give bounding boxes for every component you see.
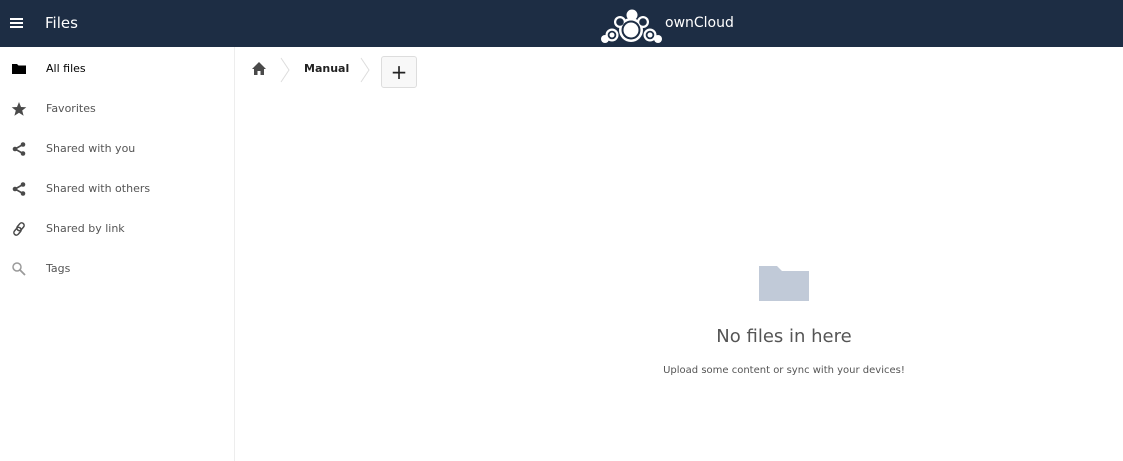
share-icon (12, 142, 26, 156)
breadcrumb-item-manual[interactable]: Manual (304, 47, 349, 91)
app-menu-toggle[interactable]: Files (0, 0, 110, 47)
top-header: Files ownCloud (0, 0, 1123, 47)
search-icon (12, 262, 26, 276)
sidebar-item-label: Shared by link (46, 222, 125, 235)
sidebar-nav: All files Favorites Shared with you Shar… (0, 47, 235, 461)
sidebar-item-favorites[interactable]: Favorites (0, 89, 234, 129)
breadcrumb-separator-icon (280, 57, 290, 83)
app-title[interactable]: Files (45, 0, 78, 47)
home-icon[interactable] (249, 59, 269, 79)
folder-icon (12, 64, 26, 74)
sidebar-item-shared-by-link[interactable]: Shared by link (0, 209, 234, 249)
brand-name: ownCloud (665, 15, 734, 31)
sidebar-item-label: Tags (46, 262, 71, 275)
empty-description: Upload some content or sync with your de… (663, 365, 905, 376)
empty-title: No files in here (716, 326, 852, 347)
star-icon (11, 102, 27, 116)
share-icon (12, 182, 26, 196)
sidebar-item-shared-with-others[interactable]: Shared with others (0, 169, 234, 209)
sidebar-item-label: Favorites (46, 102, 96, 115)
plus-icon: + (390, 60, 408, 84)
sidebar-item-shared-with-you[interactable]: Shared with you (0, 129, 234, 169)
sidebar-item-label: All files (46, 62, 86, 75)
sidebar-item-all-files[interactable]: All files (0, 49, 234, 89)
breadcrumb-separator-icon (360, 57, 370, 83)
folder-icon (759, 266, 809, 301)
link-icon (13, 222, 25, 236)
sidebar-item-label: Shared with you (46, 142, 136, 155)
hamburger-menu-icon[interactable] (10, 18, 23, 29)
sidebar-item-tags[interactable]: Tags (0, 249, 234, 289)
new-file-button[interactable]: + (381, 56, 417, 88)
breadcrumb: Manual + (235, 47, 1123, 91)
sidebar-item-label: Shared with others (46, 182, 151, 195)
owncloud-logo (601, 9, 662, 43)
